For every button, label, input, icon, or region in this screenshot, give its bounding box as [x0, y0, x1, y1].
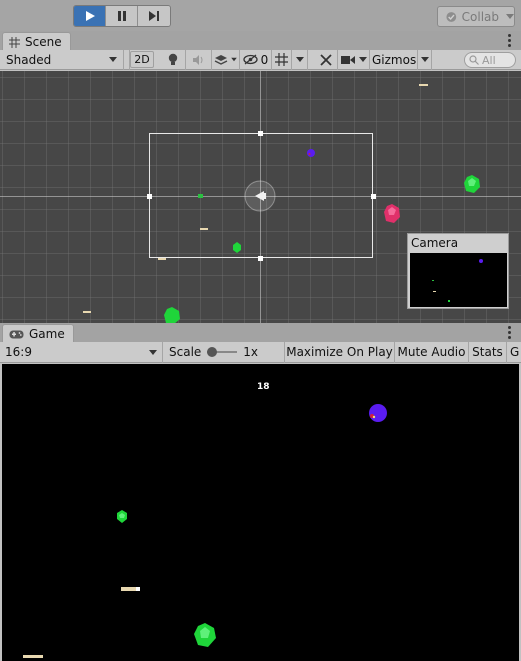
scene-viewport[interactable]: Camera Preview: [0, 71, 521, 323]
game-menu-icon[interactable]: [508, 326, 511, 339]
gizmos-dropdown[interactable]: [418, 49, 432, 70]
audio-toggle[interactable]: [186, 49, 212, 70]
grid-snap-icon: [275, 53, 288, 66]
gamepad-icon: [9, 330, 24, 338]
pause-icon: [117, 11, 126, 21]
game-platform-sprite-2: [23, 655, 43, 658]
pause-button[interactable]: [106, 6, 138, 26]
speaker-icon: [193, 54, 203, 65]
collab-label: Collab: [461, 9, 499, 24]
aspect-ratio-dropdown[interactable]: 16:9: [0, 341, 163, 363]
playmode-controls: [73, 5, 171, 27]
camera-bounds-handle-top[interactable]: [258, 131, 263, 136]
grid-icon: [9, 36, 20, 48]
hierarchy-search-input[interactable]: All: [464, 52, 516, 68]
game-ball-sprite: [369, 404, 387, 422]
score-text: 18: [257, 382, 270, 392]
scale-control[interactable]: Scale 1x: [163, 341, 285, 363]
tab-game-label: Game: [29, 327, 65, 341]
layers-icon: [214, 54, 227, 65]
stats-label: Stats: [472, 345, 503, 359]
step-icon: [149, 11, 159, 21]
step-button[interactable]: [138, 6, 170, 26]
scene-ball-sprite[interactable]: [306, 148, 316, 158]
chevron-down-icon: [420, 57, 429, 62]
chevron-down-icon: [506, 14, 514, 19]
aspect-ratio-value: 16:9: [5, 345, 32, 359]
game-toolbar: 16:9 Scale 1x Maximize On Play Mute Audi…: [0, 341, 521, 363]
camera-settings-dropdown[interactable]: [338, 49, 370, 70]
tab-game[interactable]: Game: [2, 324, 74, 343]
game-green-gem-small: [117, 510, 127, 523]
scene-pink-gem-sprite[interactable]: [382, 203, 402, 225]
scene-green-gem-bottom[interactable]: [162, 306, 182, 323]
mute-audio-label: Mute Audio: [397, 345, 466, 359]
grid-snap-dropdown[interactable]: [292, 49, 308, 70]
game-gizmos-button[interactable]: G: [507, 342, 521, 363]
camera-gizmo-icon[interactable]: [244, 180, 276, 212]
camera-preview-panel: Camera Preview: [407, 233, 509, 309]
camera-bounds-handle-left[interactable]: [147, 194, 152, 199]
eye-slash-icon: [243, 54, 258, 65]
collab-button[interactable]: Collab: [437, 6, 515, 27]
scene-platform-sprite[interactable]: [419, 84, 429, 87]
draw-mode-dropdown[interactable]: Shaded: [0, 49, 124, 70]
tab-scene-label: Scene: [25, 35, 62, 49]
wrench-icon: [319, 53, 332, 66]
scene-platform-sprite-4[interactable]: [83, 311, 92, 314]
gizmos-button[interactable]: Gizmos: [370, 49, 418, 70]
camera-preview-screen: [410, 253, 507, 307]
chevron-down-icon: [358, 57, 367, 62]
search-placeholder: All: [482, 53, 496, 67]
grid-snap-toggle[interactable]: [272, 49, 292, 70]
chevron-down-icon: [295, 57, 304, 62]
game-viewport[interactable]: 18: [2, 364, 519, 661]
draw-mode-value: Shaded: [6, 52, 52, 67]
scene-tab-bar: Scene: [0, 31, 521, 51]
chevron-down-icon: [149, 349, 157, 355]
2d-toggle[interactable]: 2D: [130, 51, 154, 68]
hidden-objects-toggle[interactable]: 0: [240, 49, 272, 70]
maximize-on-play-toggle[interactable]: Maximize On Play: [285, 341, 395, 363]
chevron-down-icon: [230, 57, 237, 62]
scale-label: Scale: [169, 345, 202, 359]
lightbulb-icon: [168, 53, 177, 65]
mute-audio-toggle[interactable]: Mute Audio: [395, 341, 469, 363]
scene-platform-sprite-3[interactable]: [158, 258, 167, 261]
game-tab-bar: Game: [0, 323, 521, 343]
video-camera-icon: [340, 55, 355, 64]
scene-menu-icon[interactable]: [508, 34, 511, 47]
search-icon: [469, 55, 479, 65]
camera-preview-content: [432, 259, 483, 302]
hidden-count: 0: [260, 52, 269, 67]
scale-value: 1x: [243, 345, 259, 359]
scene-green-gem-small[interactable]: [232, 242, 242, 253]
tab-scene[interactable]: Scene: [2, 32, 71, 51]
camera-preview-title: Camera Preview: [411, 236, 459, 268]
camera-bounds-handle-right[interactable]: [371, 194, 376, 199]
maximize-on-play-label: Maximize On Play: [286, 345, 393, 359]
scene-green-gem-sprite[interactable]: [462, 174, 482, 194]
check-circle-icon: [446, 11, 457, 22]
scene-toolbar: Shaded 2D 0 Gizmos All: [0, 49, 521, 70]
scene-small-green-sprite[interactable]: [198, 194, 204, 199]
camera-bounds-handle-bottom[interactable]: [258, 256, 263, 261]
chevron-down-icon: [109, 57, 117, 62]
play-button[interactable]: [74, 6, 106, 26]
main-toolbar: Collab: [0, 0, 521, 32]
game-gizmos-label: G: [510, 345, 520, 359]
scale-slider[interactable]: [207, 347, 238, 357]
scene-platform-sprite-2[interactable]: [200, 228, 210, 231]
tools-toggle[interactable]: [314, 49, 338, 70]
gizmos-label: Gizmos: [372, 52, 417, 67]
stats-toggle[interactable]: Stats: [469, 341, 507, 363]
effects-toggle[interactable]: [212, 49, 240, 70]
play-icon: [85, 11, 95, 21]
lighting-toggle[interactable]: [160, 49, 186, 70]
game-green-gem-large: [194, 623, 216, 647]
game-platform-sprite: [121, 587, 140, 591]
2d-label: 2D: [134, 53, 150, 66]
